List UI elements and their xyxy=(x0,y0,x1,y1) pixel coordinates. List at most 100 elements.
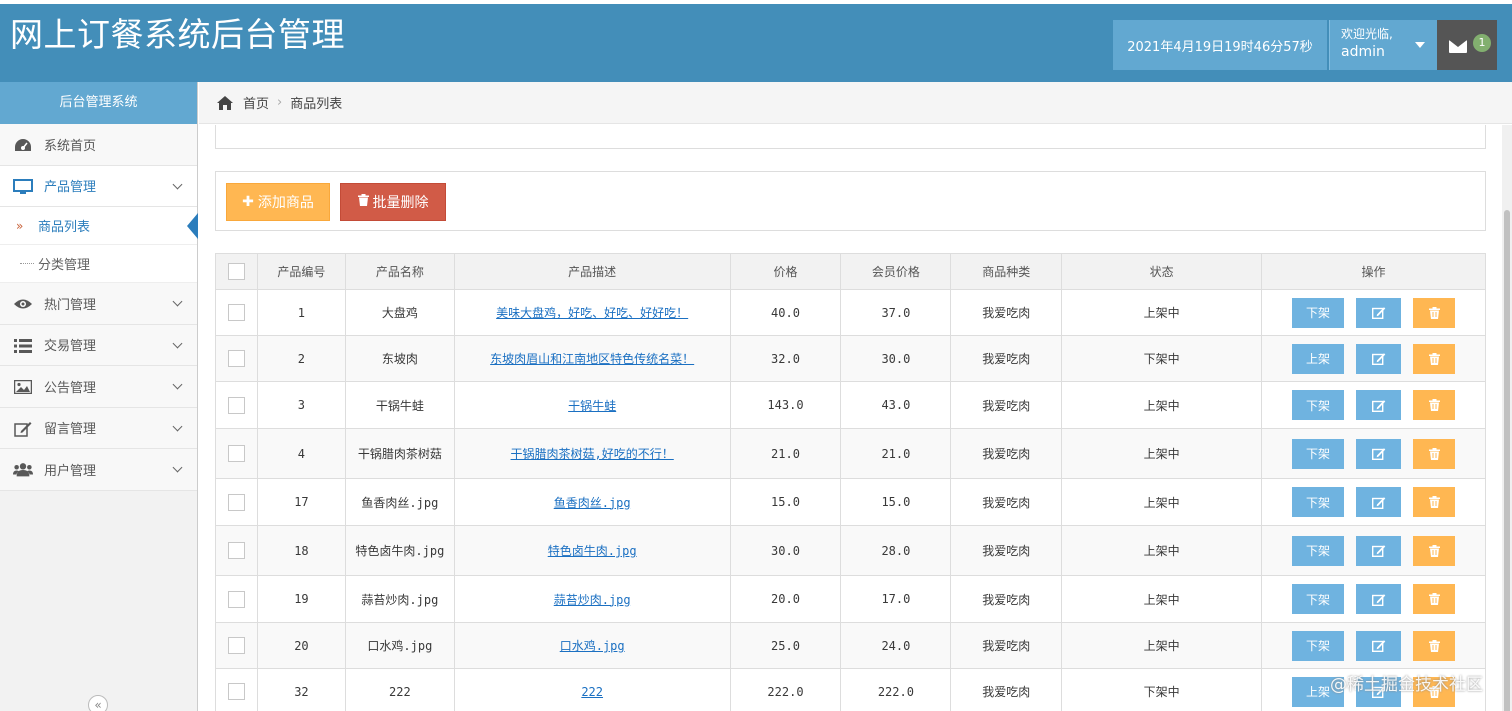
delete-button[interactable] xyxy=(1413,584,1455,614)
product-desc-link[interactable]: 东坡肉眉山和江南地区特色传统名菜！ xyxy=(490,352,694,366)
edit-icon xyxy=(1371,353,1385,365)
table-header-row: 产品编号 产品名称 产品描述 价格 会员价格 商品种类 状态 操作 xyxy=(215,253,1486,290)
edit-button[interactable] xyxy=(1356,390,1401,420)
product-price: 30.0 xyxy=(729,525,842,576)
toggle-status-button[interactable]: 上架 xyxy=(1292,343,1344,374)
sidebar-item-home[interactable]: 系统首页 xyxy=(0,124,197,166)
batch-delete-button[interactable]: 批量删除 xyxy=(340,183,446,221)
edit-button[interactable] xyxy=(1356,297,1401,328)
select-all-checkbox[interactable] xyxy=(227,263,245,280)
product-desc-link[interactable]: 鱼香肉丝.jpg xyxy=(554,496,631,510)
vertical-scrollbar[interactable] xyxy=(1502,125,1512,711)
edit-button[interactable] xyxy=(1356,343,1401,374)
row-checkbox[interactable] xyxy=(227,396,245,414)
table-row: 20 口水鸡.jpg 口水鸡.jpg 25.0 24.0 我爱吃肉 上架中 下架 xyxy=(215,622,1486,669)
member-price: 28.0 xyxy=(840,525,952,576)
product-desc-cell: 干锅腊肉茶树菇,好吃的不行！ xyxy=(453,428,731,479)
sidebar-subitem-category[interactable]: 分类管理 xyxy=(0,245,197,283)
member-price: 30.0 xyxy=(840,335,952,382)
delete-button[interactable] xyxy=(1413,390,1455,420)
row-select-cell xyxy=(215,335,258,382)
user-menu[interactable]: 欢迎光临, admin xyxy=(1329,20,1437,70)
product-desc-link[interactable]: 美味大盘鸡，好吃、好吃、好好吃！ xyxy=(496,306,688,320)
sidebar: 后台管理系统 系统首页 产品管理 » 商品列表 分类管理 热门管理 交易管理 公… xyxy=(0,82,198,711)
product-desc-link[interactable]: 干锅腊肉茶树菇,好吃的不行！ xyxy=(511,447,674,461)
toggle-status-button[interactable]: 下架 xyxy=(1292,584,1344,614)
product-name: 鱼香肉丝.jpg xyxy=(344,478,455,526)
product-status: 上架中 xyxy=(1061,575,1262,623)
sidebar-item-products[interactable]: 产品管理 xyxy=(0,165,197,207)
product-status: 上架中 xyxy=(1061,428,1262,479)
edit-button[interactable] xyxy=(1356,438,1401,469)
toggle-status-button[interactable]: 下架 xyxy=(1292,487,1344,517)
row-checkbox[interactable] xyxy=(227,542,245,559)
product-desc-cell: 鱼香肉丝.jpg xyxy=(453,478,731,526)
product-status: 下架中 xyxy=(1061,668,1262,711)
edit-icon xyxy=(1371,307,1385,319)
edit-button[interactable] xyxy=(1356,584,1401,614)
toggle-status-button[interactable]: 下架 xyxy=(1292,535,1344,566)
row-checkbox[interactable] xyxy=(227,637,245,654)
row-checkbox[interactable] xyxy=(227,590,245,608)
toggle-status-button[interactable]: 下架 xyxy=(1292,297,1344,328)
product-name: 干锅牛蛙 xyxy=(344,381,455,429)
edit-button[interactable] xyxy=(1356,535,1401,566)
delete-button[interactable] xyxy=(1413,343,1455,374)
product-category: 我爱吃肉 xyxy=(950,622,1063,669)
column-header: 价格 xyxy=(729,253,842,290)
sidebar-item-users[interactable]: 用户管理 xyxy=(0,449,197,491)
table-row: 1 大盘鸡 美味大盘鸡，好吃、好吃、好好吃！ 40.0 37.0 我爱吃肉 上架中 下架 xyxy=(215,289,1486,336)
toggle-status-button[interactable]: 下架 xyxy=(1292,630,1344,661)
sidebar-subitem-product-list[interactable]: » 商品列表 xyxy=(0,207,198,245)
toggle-status-button[interactable]: 下架 xyxy=(1292,438,1344,469)
breadcrumb: 首页 › 商品列表 xyxy=(199,82,1512,124)
product-desc-cell: 美味大盘鸡，好吃、好吃、好好吃！ xyxy=(453,289,731,336)
messages-button[interactable]: 1 xyxy=(1437,20,1497,70)
product-category: 我爱吃肉 xyxy=(950,428,1063,479)
eye-icon xyxy=(13,296,33,312)
row-checkbox[interactable] xyxy=(227,350,245,367)
product-category: 我爱吃肉 xyxy=(950,525,1063,576)
product-desc-link[interactable]: 222 xyxy=(581,685,603,699)
row-checkbox[interactable] xyxy=(227,683,245,700)
product-category: 我爱吃肉 xyxy=(950,478,1063,526)
product-desc-link[interactable]: 口水鸡.jpg xyxy=(560,639,625,653)
product-name: 特色卤牛肉.jpg xyxy=(344,525,455,576)
product-price: 222.0 xyxy=(729,668,842,711)
product-id: 18 xyxy=(256,525,346,576)
actions-cell: 下架 xyxy=(1261,381,1486,429)
sidebar-item-message[interactable]: 留言管理 xyxy=(0,407,197,449)
actions-cell: 下架 xyxy=(1261,478,1486,526)
row-checkbox[interactable] xyxy=(227,445,245,462)
row-checkbox[interactable] xyxy=(227,493,245,511)
edit-button[interactable] xyxy=(1356,630,1401,661)
sidebar-item-hot[interactable]: 热门管理 xyxy=(0,283,197,325)
sidebar-item-notice[interactable]: 公告管理 xyxy=(0,366,197,408)
row-checkbox[interactable] xyxy=(227,304,245,321)
product-desc-link[interactable]: 干锅牛蛙 xyxy=(568,399,616,413)
sidebar-item-trade[interactable]: 交易管理 xyxy=(0,324,197,366)
product-status: 上架中 xyxy=(1061,478,1262,526)
column-header: 会员价格 xyxy=(840,253,952,290)
product-desc-link[interactable]: 蒜苔炒肉.jpg xyxy=(554,593,631,607)
scrollbar-thumb[interactable] xyxy=(1504,210,1510,711)
product-desc-link[interactable]: 特色卤牛肉.jpg xyxy=(548,544,637,558)
delete-button[interactable] xyxy=(1413,438,1455,469)
add-product-button[interactable]: ✚ 添加商品 xyxy=(226,183,330,221)
product-desc-cell: 口水鸡.jpg xyxy=(453,622,731,669)
edit-button[interactable] xyxy=(1356,487,1401,517)
breadcrumb-home[interactable]: 首页 xyxy=(243,93,269,112)
toggle-status-button[interactable]: 下架 xyxy=(1292,390,1344,420)
sidebar-item-label: 用户管理 xyxy=(44,463,97,479)
delete-button[interactable] xyxy=(1413,487,1455,517)
watermark: @稀土掘金技术社区 xyxy=(1330,675,1483,695)
delete-button[interactable] xyxy=(1413,297,1455,328)
sidebar-item-label: 交易管理 xyxy=(44,339,97,355)
chevron-down-icon xyxy=(172,296,183,307)
chevron-down-icon xyxy=(172,421,183,431)
member-price: 15.0 xyxy=(840,478,952,526)
delete-button[interactable] xyxy=(1413,630,1455,661)
collapse-sidebar-button[interactable]: « xyxy=(88,695,108,711)
actions-cell: 下架 xyxy=(1261,622,1486,669)
delete-button[interactable] xyxy=(1413,535,1455,566)
